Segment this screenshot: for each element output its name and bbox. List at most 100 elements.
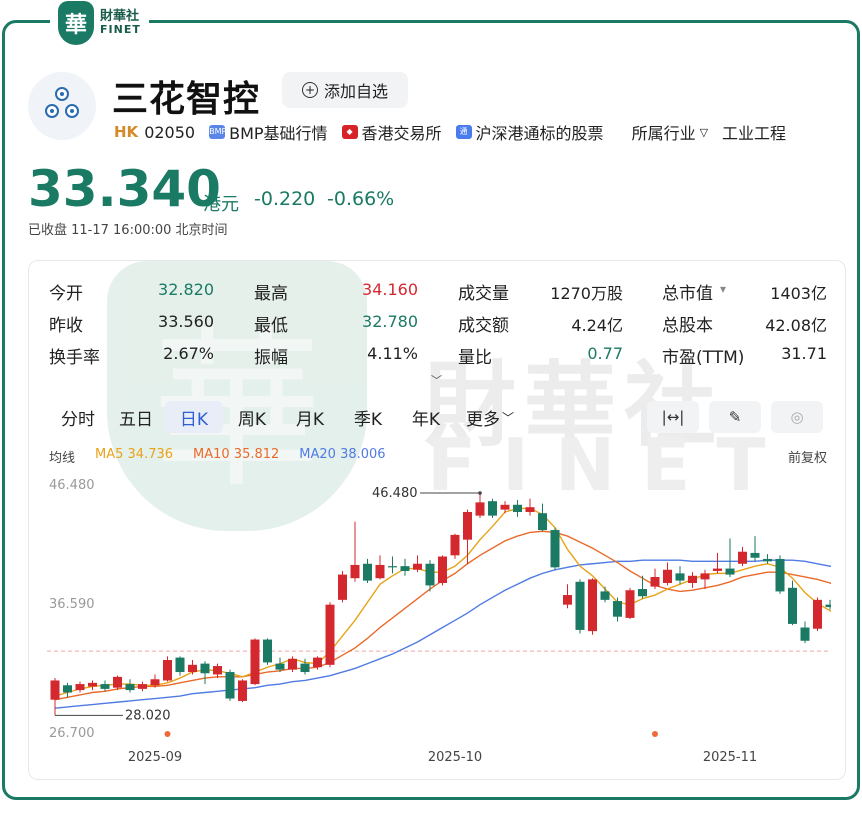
currency: 港元 [203,194,239,215]
tab-quarterly-k[interactable]: 季K [339,401,397,433]
candle-body [763,558,772,562]
industry-dropdown[interactable]: 所属行业 ▽ [632,120,708,144]
x-tick-label: 2025-10 [428,750,482,765]
chevron-down-icon: ▽ [699,125,709,139]
stat-value: 31.71 [781,344,827,363]
ma20-legend: MA20 38.006 [299,447,386,462]
candle-body [163,660,172,681]
bmp-icon: BMP [209,125,226,139]
candle-body [125,684,135,691]
candle-body [375,564,385,579]
brand-en: FINET [100,23,141,37]
tab-yearly-k[interactable]: 年K [397,401,455,433]
stat-label: 最低 [254,316,288,336]
stock-tags: HK 02050 BMP BMP基础行情 ◆ 香港交易所 通 沪深港通标的股票 … [114,120,854,144]
candle-body [700,573,710,580]
candle-body [138,684,147,689]
expand-stats-icon[interactable]: ﹀ [431,372,442,388]
tag-bmp[interactable]: BMP BMP基础行情 [209,120,328,144]
candle-body [588,579,597,632]
candle-body [638,589,647,597]
stat-value: 42.08亿 [765,316,827,335]
ma10-legend: MA10 35.812 [193,447,280,462]
candle-body [575,581,585,630]
stat-label: 成交量 [458,284,509,304]
candle-body [263,639,272,663]
stat-value: 2.67% [163,344,214,363]
candle-body [388,566,397,568]
tab-intraday[interactable]: 分时 [49,401,107,433]
adjust-toggle[interactable]: 前复权 [788,447,827,466]
finet-badge-icon: 華 [58,1,94,45]
quote-panel: 華 財華社 FINET 今开 32.820 最高 34.160 成交量 1270万股 总市值… [28,260,846,780]
y-tick-label: 46.480 [49,478,95,493]
candle-body [175,657,185,673]
tag-hkex[interactable]: ◆ 香港交易所 [341,120,442,144]
tab-5day[interactable]: 五日 [107,401,165,433]
market-status: 已收盘 11-17 16:00:00 北京时间 [28,223,228,238]
stock-code-tag: HK 02050 [114,123,195,142]
candle-body [500,504,510,510]
candle-body [425,563,435,586]
ma-legend: 均线 MA5 34.736 MA10 35.812 MA20 38.006 [49,447,386,466]
candle-body [413,563,422,570]
tag-connect[interactable]: 通 沪深港通标的股票 [455,120,604,144]
last-price: 33.340 [28,160,221,218]
candle-body [813,599,822,629]
candle-body [625,590,635,618]
max-marker-label: 46.480 [372,486,418,501]
connect-icon: 通 [455,125,472,139]
industry-value[interactable]: 工业工程 [722,120,786,144]
x-tick-label: 2025-09 [128,750,182,765]
x-tick-label: 2025-11 [703,750,757,765]
brand-cn: 財華社 [100,9,140,25]
tab-daily-k[interactable]: 日K [165,401,223,433]
stat-value: 32.820 [158,280,214,299]
event-dot [652,731,658,737]
stat-label: 昨收 [49,316,83,336]
stat-value: 34.160 [362,280,418,299]
candle-body [613,601,622,617]
tab-more[interactable]: 更多 ﹀ [455,401,525,433]
candle-body [800,627,810,641]
candle-body [463,512,472,540]
candle-body [663,569,672,584]
candle-body [550,530,560,568]
candle-body [313,657,322,668]
candle-body [325,604,335,665]
tab-monthly-k[interactable]: 月K [281,401,339,433]
chevron-down-icon: ﹀ [501,410,514,425]
stat-label: 今开 [49,284,83,304]
stat-label: 量比 [458,348,492,368]
ma-label: 均线 [49,451,76,466]
candle-body [213,666,222,675]
candle-body [275,663,285,670]
max-marker-dot [478,491,482,495]
expand-horizontal-icon[interactable]: |↔| [647,401,699,433]
candle-body [113,676,122,688]
tab-weekly-k[interactable]: 周K [223,401,281,433]
stat-label: 成交额 [458,316,509,336]
draw-tool-icon[interactable]: ✎ [709,401,761,433]
candlestick-chart[interactable]: 46.480 36.590 26.700 46.480 28.020 2025-09 202… [47,473,831,773]
candle-body [88,682,97,687]
stat-label: 振幅 [254,348,288,368]
period-tabs: 分时 五日 日K 周K 月K 季K 年K 更多 ﹀ [49,401,525,433]
candle-body [725,568,735,575]
finet-logo: 華 財華社 FINET [50,0,149,46]
candle-body [825,604,831,608]
candle-body [688,575,697,584]
candle-body [650,576,660,587]
stat-label: 换手率 [49,348,100,368]
price-change: -0.220 [254,188,316,210]
candle-body [600,591,610,600]
candle-body [713,568,722,571]
candle-body [63,685,72,693]
add-watchlist-label: 添加自选 [323,82,388,101]
candle-body [300,663,310,673]
candle-body [450,534,460,556]
y-tick-label: 36.590 [49,597,95,612]
settings-dial-icon[interactable]: ◎ [771,401,823,433]
candle-body [75,684,85,691]
add-watchlist-button[interactable]: + 添加自选 [282,72,408,108]
